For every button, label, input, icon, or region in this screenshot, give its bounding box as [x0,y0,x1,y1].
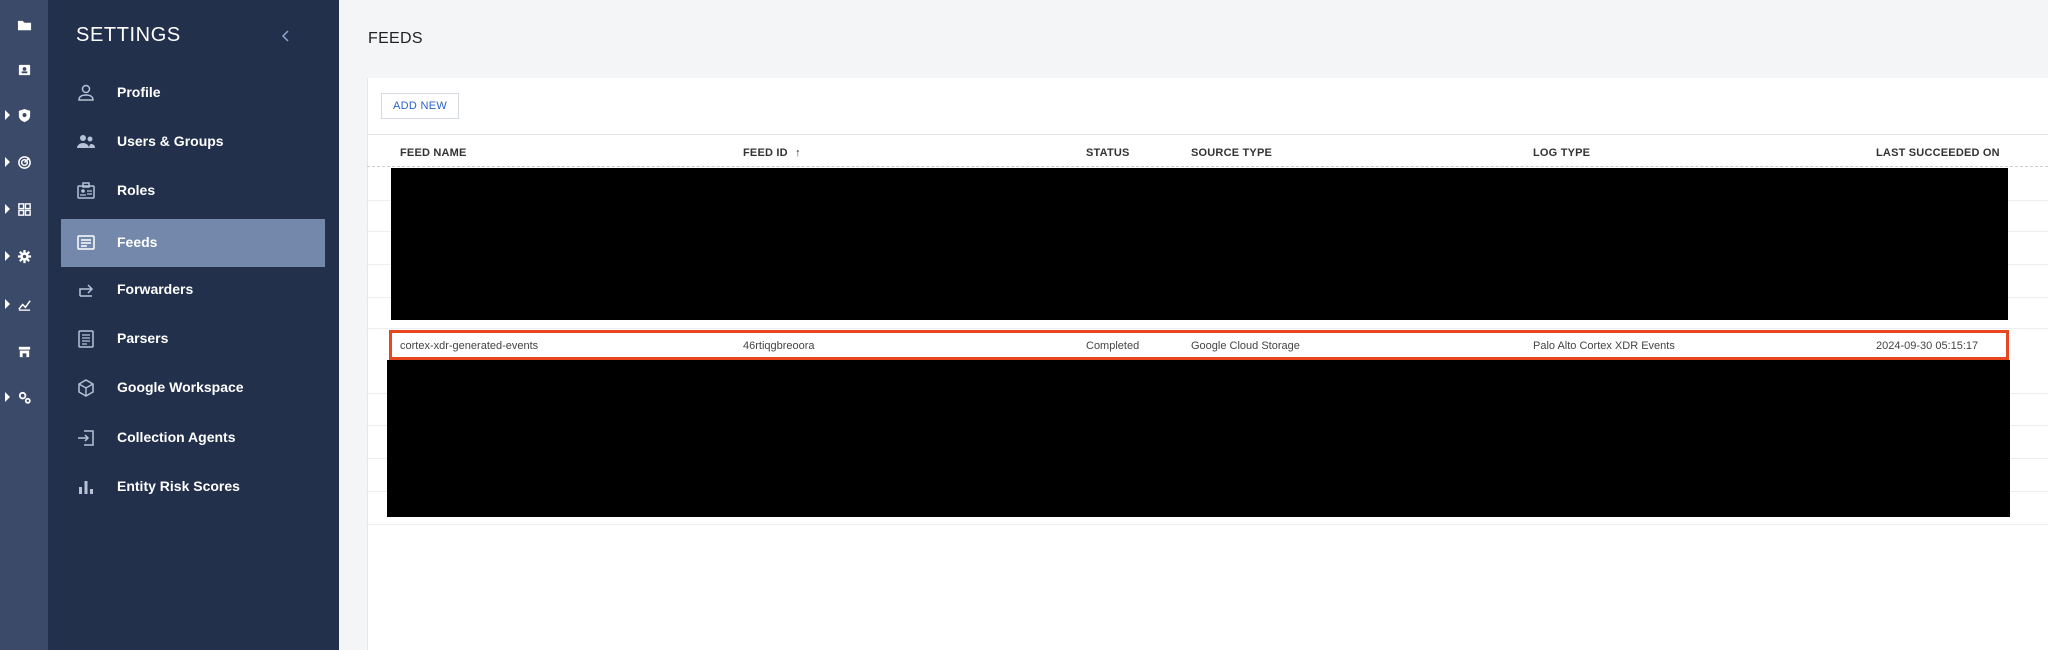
forward-icon [79,284,94,297]
cell-feed-id: 46rtiqgbreoora [743,340,815,352]
sidebar-title: SETTINGS [76,24,181,46]
column-header-log-type[interactable]: LOG TYPE [1533,147,1590,159]
sidebar-item-google-workspace[interactable]: Google Workspace [61,364,325,412]
settings-sidebar: SETTINGS Profile Users & Groups Roles Fe… [48,0,339,650]
sidebar-item-entity-risk-scores[interactable]: Entity Risk Scores [61,463,325,511]
column-header-source-type[interactable]: SOURCE TYPE [1191,147,1272,159]
column-header-feed-id[interactable]: FEED ID ↑ [743,147,801,159]
folder-icon[interactable] [0,12,48,38]
chevron-right-icon [5,110,10,120]
table-header: FEED NAME FEED ID ↑ STATUS SOURCE TYPE L… [367,134,2048,167]
sidebar-item-users-groups[interactable]: Users & Groups [61,118,325,166]
chevron-right-icon [5,251,10,261]
login-icon [78,430,94,446]
gear-icon[interactable] [0,243,48,269]
sort-ascending-icon: ↑ [795,147,801,159]
chevron-right-icon [5,392,10,402]
person-icon [78,84,94,101]
grid-icon[interactable] [0,196,48,222]
sidebar-item-label: Users & Groups [117,133,224,149]
add-new-button[interactable]: ADD NEW [381,93,459,119]
cell-status: Completed [1086,340,1140,352]
sidebar-item-roles[interactable]: Roles [61,167,325,215]
sidebar-item-label: Entity Risk Scores [117,478,240,494]
sidebar-item-label: Profile [117,84,161,100]
chevron-right-icon [5,157,10,167]
sidebar-item-forwarders[interactable]: Forwarders [61,266,325,314]
cube-icon [78,379,94,397]
document-icon [78,330,94,348]
redacted-rows-top [391,168,2008,320]
sidebar-item-parsers[interactable]: Parsers [61,315,325,363]
chevron-left-icon [281,30,289,42]
sidebar-item-feeds[interactable]: Feeds [61,219,325,267]
sidebar-item-label: Roles [117,182,156,198]
sidebar-item-collection-agents[interactable]: Collection Agents [61,414,325,462]
store-icon[interactable] [0,338,48,364]
column-header-label: FEED ID [743,147,788,159]
gears-icon[interactable] [0,384,48,410]
chevron-right-icon [5,204,10,214]
shield-icon[interactable] [0,102,48,128]
sidebar-item-label: Parsers [117,330,169,346]
page-title: FEEDS [368,30,423,47]
column-header-feed-name[interactable]: FEED NAME [400,147,467,159]
badge-icon[interactable] [0,56,48,82]
column-header-last-succeeded[interactable]: LAST SUCCEEDED ON [1876,147,2000,159]
cell-last-succeeded: 2024-09-30 05:15:17 [1876,340,1979,352]
icon-rail [0,0,48,650]
sidebar-item-label: Collection Agents [117,429,236,445]
sidebar-item-label: Forwarders [117,281,194,297]
cell-feed-name[interactable]: cortex-xdr-generated-events [400,340,538,352]
column-header-status[interactable]: STATUS [1086,147,1130,159]
row-divider [367,328,2048,329]
id-badge-icon [77,182,95,199]
sidebar-item-label: Google Workspace [117,379,244,395]
cell-source-type: Google Cloud Storage [1191,340,1300,352]
group-icon [77,135,95,148]
chevron-right-icon [5,299,10,309]
collapse-sidebar-button[interactable] [276,26,296,46]
sidebar-item-label: Feeds [117,234,158,250]
cell-log-type: Palo Alto Cortex XDR Events [1533,340,1675,352]
redacted-rows-bottom [387,360,2010,517]
radar-icon[interactable] [0,149,48,175]
sidebar-item-profile[interactable]: Profile [61,69,325,117]
feed-icon [77,235,95,250]
row-divider [367,524,2048,525]
bar-chart-icon [79,481,93,494]
chart-icon[interactable] [0,291,48,317]
